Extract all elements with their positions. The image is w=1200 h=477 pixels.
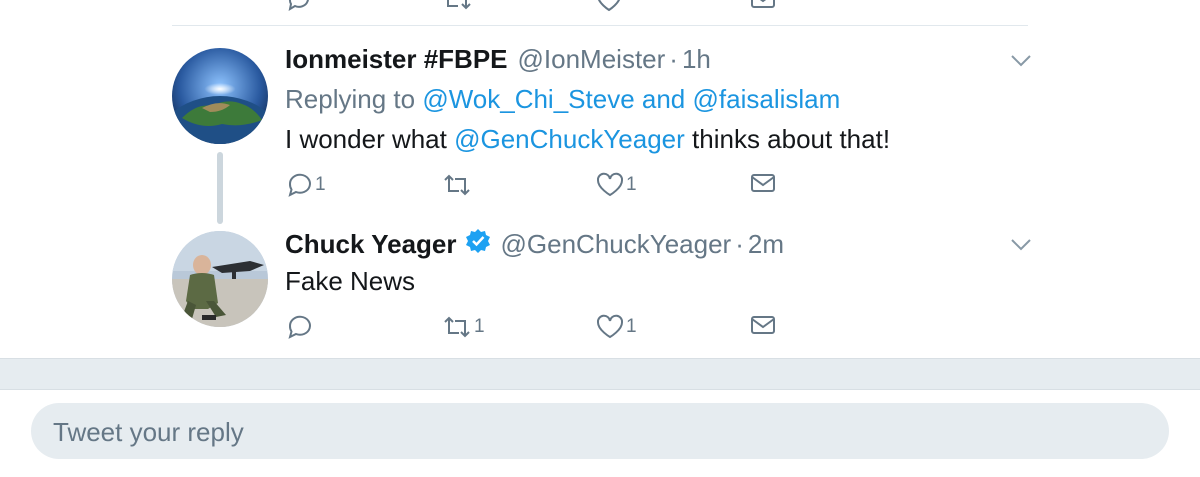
tweet-time[interactable]: 1h bbox=[682, 44, 711, 75]
reply-button[interactable]: 1 bbox=[287, 172, 326, 198]
retweet-icon[interactable] bbox=[442, 0, 472, 12]
reply-user-link[interactable]: @faisalislam bbox=[693, 84, 841, 114]
tweet-actions: 1 1 bbox=[0, 314, 1200, 344]
reply-icon bbox=[287, 172, 313, 198]
retweet-icon bbox=[442, 314, 472, 340]
like-icon bbox=[596, 314, 624, 340]
reply-user-link[interactable]: @Wok_Chi_Steve bbox=[422, 84, 634, 114]
verified-badge-icon bbox=[465, 228, 491, 261]
share-icon[interactable] bbox=[750, 0, 776, 10]
tweet-reply-input[interactable] bbox=[51, 403, 1155, 461]
replying-to-label: Replying to bbox=[285, 84, 416, 114]
tweet-time[interactable]: 2m bbox=[748, 229, 784, 260]
reply-and[interactable]: and bbox=[642, 84, 685, 114]
tweet-text: I wonder what @GenChuckYeager thinks abo… bbox=[285, 124, 890, 155]
envelope-icon bbox=[750, 172, 776, 194]
like-count: 1 bbox=[626, 316, 637, 337]
chevron-down-icon[interactable] bbox=[1010, 238, 1032, 252]
share-button[interactable] bbox=[750, 172, 776, 194]
tweet-header: Chuck Yeager @GenChuckYeager · 2m bbox=[285, 228, 784, 261]
reply-count: 1 bbox=[315, 174, 326, 195]
reply-composer[interactable] bbox=[31, 403, 1169, 461]
separator-line bbox=[172, 25, 1028, 26]
like-icon bbox=[596, 172, 624, 198]
reply-button[interactable] bbox=[287, 314, 315, 340]
like-button[interactable]: 1 bbox=[596, 314, 637, 340]
like-button[interactable]: 1 bbox=[596, 172, 637, 198]
retweet-icon bbox=[442, 172, 472, 198]
envelope-icon bbox=[750, 314, 776, 336]
dot-separator: · bbox=[669, 44, 678, 74]
reply-icon bbox=[287, 314, 313, 340]
chevron-down-icon[interactable] bbox=[1010, 54, 1032, 68]
user-handle[interactable]: @GenChuckYeager bbox=[501, 229, 732, 260]
tweet-text-part: thinks about that! bbox=[692, 124, 891, 154]
reply-icon[interactable] bbox=[287, 0, 311, 12]
tweet-text: Fake News bbox=[285, 266, 416, 296]
mention-link[interactable]: @GenChuckYeager bbox=[454, 124, 685, 154]
section-divider bbox=[0, 358, 1200, 390]
user-handle[interactable]: @IonMeister bbox=[518, 44, 666, 75]
pilot-avatar[interactable] bbox=[172, 231, 268, 327]
tweet-text-part: I wonder what bbox=[285, 124, 447, 154]
replying-to: Replying to @Wok_Chi_Steve and @faisalis… bbox=[285, 84, 840, 115]
retweet-button[interactable] bbox=[442, 172, 474, 198]
retweet-count: 1 bbox=[474, 316, 485, 337]
earth-avatar[interactable] bbox=[172, 48, 268, 144]
display-name[interactable]: Chuck Yeager bbox=[285, 229, 457, 260]
display-name[interactable]: Ionmeister #FBPE bbox=[285, 44, 508, 75]
tweet-header: Ionmeister #FBPE @IonMeister · 1h bbox=[285, 44, 711, 75]
like-icon[interactable] bbox=[596, 0, 622, 12]
previous-tweet-actions bbox=[0, 0, 1200, 12]
dot-separator: · bbox=[735, 229, 744, 259]
share-button[interactable] bbox=[750, 314, 776, 336]
tweet-actions: 1 1 bbox=[0, 172, 1200, 202]
retweet-button[interactable]: 1 bbox=[442, 314, 485, 340]
like-count: 1 bbox=[626, 174, 637, 195]
